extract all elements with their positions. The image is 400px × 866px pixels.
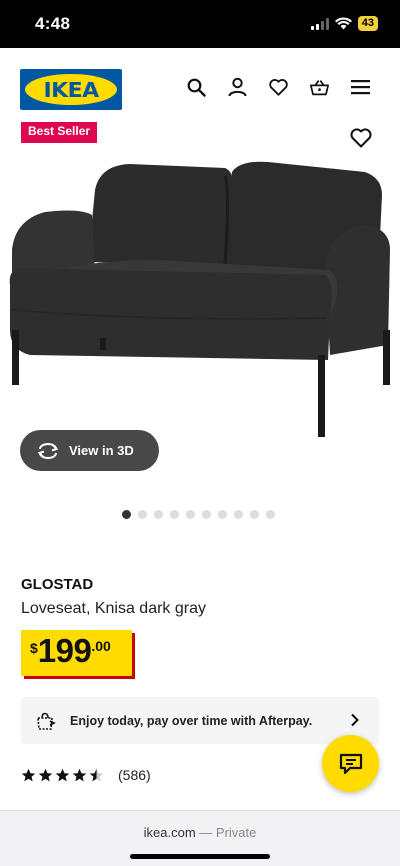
star-icon — [55, 768, 70, 781]
price-integer: 199 — [37, 632, 92, 669]
url-display: ikea.com — Private — [0, 825, 400, 840]
star-icon — [89, 768, 104, 781]
pagination-dot[interactable] — [122, 510, 131, 519]
afterpay-banner[interactable]: Enjoy today, pay over time with Afterpay… — [21, 697, 379, 744]
status-indicators: 43 — [310, 16, 378, 31]
product-name: GLOSTAD — [21, 576, 94, 593]
pagination-dot[interactable] — [234, 510, 243, 519]
price-decimal: .00 — [91, 638, 111, 654]
pagination-dot[interactable] — [266, 510, 275, 519]
pagination-dot[interactable] — [250, 510, 259, 519]
home-indicator[interactable] — [130, 854, 270, 859]
status-bar: 4:48 43 — [0, 0, 400, 48]
star-icon — [38, 768, 53, 781]
account-icon[interactable] — [228, 76, 247, 98]
wifi-icon — [334, 17, 352, 30]
pagination-dot[interactable] — [154, 510, 163, 519]
browser-address-bar[interactable]: ikea.com — Private — [0, 810, 400, 866]
star-icon — [21, 768, 36, 781]
favorite-heart-icon[interactable] — [350, 128, 372, 150]
shopping-bag-icon[interactable] — [310, 76, 329, 98]
price-currency: $ — [30, 640, 38, 656]
gallery-pagination — [122, 510, 275, 519]
pagination-dot[interactable] — [138, 510, 147, 519]
star-icon — [72, 768, 87, 781]
logo-oval: IKEA — [25, 74, 117, 105]
product-image[interactable] — [0, 150, 400, 450]
product-rating[interactable]: (586) — [21, 767, 151, 783]
price-tag: $ 199 .00 — [21, 630, 132, 676]
chat-button[interactable] — [322, 735, 379, 792]
private-mode-label: — Private — [199, 825, 257, 840]
url-domain: ikea.com — [143, 825, 196, 840]
view-in-3d-label: View in 3D — [69, 443, 134, 458]
pagination-dot[interactable] — [202, 510, 211, 519]
afterpay-text: Enjoy today, pay over time with Afterpay… — [70, 713, 313, 728]
wishlist-heart-icon[interactable] — [269, 76, 288, 98]
chat-icon — [339, 753, 362, 774]
chevron-right-icon — [351, 713, 359, 727]
menu-icon[interactable] — [351, 76, 370, 98]
rotate-3d-icon — [37, 442, 59, 459]
logo-text: IKEA — [43, 77, 99, 102]
best-seller-badge: Best Seller — [21, 122, 98, 143]
afterpay-bag-icon — [37, 712, 56, 730]
cellular-signal-icon — [310, 17, 329, 30]
pagination-dot[interactable] — [186, 510, 195, 519]
site-header: IKEA — [0, 48, 400, 124]
header-actions — [187, 76, 370, 98]
pagination-dot[interactable] — [170, 510, 179, 519]
search-icon[interactable] — [187, 76, 206, 98]
view-in-3d-button[interactable]: View in 3D — [20, 430, 159, 471]
product-description: Loveseat, Knisa dark gray — [21, 600, 206, 617]
review-count: (586) — [118, 767, 151, 783]
battery-icon: 43 — [357, 16, 378, 31]
status-time: 4:48 — [35, 14, 71, 33]
ikea-logo[interactable]: IKEA — [20, 69, 122, 110]
rating-stars — [21, 768, 104, 783]
pagination-dot[interactable] — [218, 510, 227, 519]
